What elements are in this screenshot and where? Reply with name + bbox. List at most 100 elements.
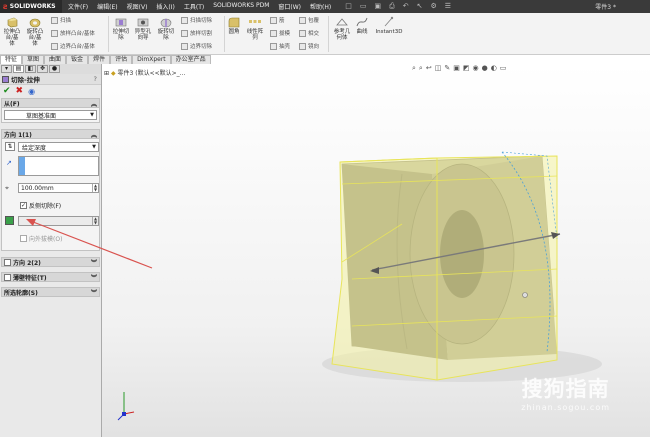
mirror-label: 镜向 bbox=[308, 44, 320, 50]
draft-outward-checkbox[interactable]: 向外拔模(O) bbox=[20, 234, 62, 243]
tab-sketch[interactable]: 草图 bbox=[22, 55, 45, 64]
direction-vector-selection-bar bbox=[19, 157, 25, 175]
tab-features[interactable]: 特征 bbox=[0, 55, 23, 64]
tab-dimxpert[interactable]: DimXpert bbox=[132, 55, 171, 64]
new-icon[interactable]: □ bbox=[345, 2, 352, 11]
undo-icon[interactable]: ↶ bbox=[403, 2, 409, 11]
reverse-direction-icon[interactable]: ⇅ bbox=[5, 142, 15, 151]
app-logo[interactable]: ƨ SOLIDWORKS bbox=[0, 0, 62, 13]
extrude-boss-button[interactable]: 拉伸凸 台/基 体 bbox=[2, 16, 22, 47]
tab-evaluate[interactable]: 评估 bbox=[110, 55, 133, 64]
print-icon[interactable]: ⎙ bbox=[389, 2, 395, 11]
draft-outward-label: 向外拔模(O) bbox=[29, 236, 63, 243]
revolve-cut-icon bbox=[160, 18, 172, 28]
tab-sheet-metal[interactable]: 钣金 bbox=[66, 55, 89, 64]
intersect-button[interactable]: 相交 bbox=[299, 29, 319, 37]
checkbox-checked-icon[interactable]: ✓ bbox=[20, 202, 27, 209]
end-condition-select[interactable]: 给定深度 ▼ bbox=[18, 142, 99, 152]
shell-button[interactable]: 抽壳 bbox=[270, 42, 290, 50]
menu-insert[interactable]: 插入(I) bbox=[156, 2, 174, 11]
wrap-label: 包覆 bbox=[308, 18, 320, 24]
direction1-section-header[interactable]: 方向 1(1) ︽ bbox=[1, 129, 100, 139]
menu-file[interactable]: 文件(F) bbox=[68, 2, 88, 11]
start-condition-select[interactable]: 草图基准面 ▼ bbox=[4, 110, 97, 120]
detailed-preview-icon[interactable]: ◉ bbox=[28, 87, 35, 96]
checkbox-unchecked-icon[interactable] bbox=[20, 235, 27, 242]
curves-icon bbox=[356, 17, 368, 27]
save-icon[interactable]: ▣ bbox=[374, 2, 381, 11]
draft-angle-input[interactable]: ▲ ▼ bbox=[18, 216, 99, 226]
end-condition-value: 给定深度 bbox=[22, 144, 47, 152]
menu-tools[interactable]: 工具(T) bbox=[184, 2, 204, 11]
draft-toggle-icon[interactable] bbox=[5, 216, 14, 225]
revolve-boss-button[interactable]: 旋转凸 台/基 体 bbox=[24, 16, 46, 47]
draft-button[interactable]: 拔模 bbox=[270, 29, 290, 37]
chevron-up-icon[interactable]: ︽ bbox=[91, 130, 97, 139]
chevron-down-icon[interactable]: ︾ bbox=[91, 273, 97, 282]
options-icon[interactable]: ☰ bbox=[445, 2, 451, 11]
hole-wizard-icon bbox=[137, 18, 149, 27]
sweep-button[interactable]: 扫描 bbox=[51, 16, 71, 24]
loft-boss-button[interactable]: 放样凸台/基体 bbox=[51, 29, 95, 37]
mirror-button[interactable]: 镜向 bbox=[299, 42, 319, 50]
chevron-down-icon[interactable]: ︾ bbox=[91, 288, 97, 297]
rib-button[interactable]: 筋 bbox=[270, 16, 285, 24]
menu-view[interactable]: 视图(V) bbox=[127, 2, 148, 11]
graphics-area[interactable]: ⊞ ◆ 零件3 (默认<<默认>_... ⌕ ⌕ ↩ ◫ ✎ ▣ ◩ ◉ ● ◐… bbox=[102, 64, 650, 437]
menu-help[interactable]: 帮助(H) bbox=[310, 2, 331, 11]
wrap-button[interactable]: 包覆 bbox=[299, 16, 319, 24]
direction-vector-field[interactable] bbox=[18, 156, 99, 176]
help-question-icon[interactable]: ? bbox=[94, 75, 97, 83]
linear-pattern-button[interactable]: 线性阵 列 bbox=[244, 16, 266, 41]
reference-geometry-icon bbox=[336, 18, 348, 26]
select-icon[interactable]: ↖ bbox=[417, 2, 423, 11]
property-manager-tab-icon[interactable]: ▤ bbox=[13, 65, 24, 73]
flip-side-to-cut-checkbox[interactable]: ✓ 反侧切除(F) bbox=[20, 201, 61, 210]
boundary-boss-button[interactable]: 边界凸台/基体 bbox=[51, 42, 95, 50]
tab-surfaces[interactable]: 曲面 bbox=[44, 55, 67, 64]
open-icon[interactable]: ▭ bbox=[360, 2, 367, 11]
command-manager-ribbon: 拉伸凸 台/基 体 旋转凸 台/基 体 扫描 放样凸台/基体 边界凸台/基体 拉… bbox=[0, 13, 650, 55]
title-bar: ƨ SOLIDWORKS 文件(F) 编辑(E) 视图(V) 插入(I) 工具(… bbox=[0, 0, 650, 13]
from-section-header[interactable]: 从(F) ︽ bbox=[1, 98, 100, 108]
boundary-cut-button[interactable]: 边界切除 bbox=[181, 42, 212, 50]
ok-check-icon[interactable]: ✔ bbox=[3, 86, 11, 96]
loft-cut-button[interactable]: 放样切割 bbox=[181, 29, 212, 37]
ds-logo-icon: ƨ bbox=[3, 2, 8, 11]
checkbox-unchecked-icon[interactable] bbox=[4, 258, 11, 266]
direction2-section-header[interactable]: 方向 2(2) ︾ bbox=[1, 257, 100, 267]
revolve-cut-label: 旋转切 除 bbox=[157, 29, 175, 41]
rebuild-icon[interactable]: ⚙ bbox=[430, 2, 436, 11]
menu-window[interactable]: 窗口(W) bbox=[278, 2, 301, 11]
tab-office[interactable]: 办公室产品 bbox=[170, 55, 211, 64]
curves-button[interactable]: 曲线 bbox=[355, 16, 369, 35]
reference-geometry-button[interactable]: 参考几 何体 bbox=[331, 16, 353, 41]
feature-tree-tab-icon[interactable]: ▾ bbox=[1, 65, 12, 73]
revolve-cut-button[interactable]: 旋转切 除 bbox=[155, 16, 177, 41]
instant3d-button[interactable]: Instant3D bbox=[373, 16, 405, 35]
chevron-down-icon[interactable]: ︾ bbox=[91, 258, 97, 267]
tab-weldments[interactable]: 焊件 bbox=[88, 55, 111, 64]
checkbox-unchecked-icon[interactable] bbox=[4, 273, 11, 281]
extrude-cut-label: 拉伸切 除 bbox=[112, 29, 130, 41]
display-tab-icon[interactable]: ● bbox=[49, 65, 60, 73]
watermark-url: zhinan.sogou.com bbox=[521, 403, 610, 412]
dimxpert-tab-icon[interactable]: ✥ bbox=[37, 65, 48, 73]
direction2-label: 方向 2(2) bbox=[13, 259, 41, 267]
chevron-up-icon[interactable]: ︽ bbox=[91, 99, 97, 108]
selected-contours-section-header[interactable]: 所选轮廓(S) ︾ bbox=[1, 287, 100, 297]
spin-arrows-icon[interactable]: ▲ ▼ bbox=[92, 217, 98, 225]
spin-arrows-icon[interactable]: ▲ ▼ bbox=[92, 184, 98, 192]
menu-edit[interactable]: 编辑(E) bbox=[97, 2, 117, 11]
extrude-cut-button[interactable]: 拉伸切 除 bbox=[111, 16, 131, 41]
fillet-button[interactable]: 圆角 bbox=[226, 16, 242, 35]
thin-feature-section-header[interactable]: 薄壁特征(T) ︾ bbox=[1, 272, 100, 282]
depth-input[interactable]: 100.00mm ▲ ▼ bbox=[18, 183, 99, 193]
cancel-x-icon[interactable]: ✖ bbox=[16, 86, 24, 96]
swept-cut-button[interactable]: 扫描切除 bbox=[181, 16, 212, 24]
configuration-tab-icon[interactable]: ◧ bbox=[25, 65, 36, 73]
menu-pdm[interactable]: SOLIDWORKS PDM bbox=[213, 2, 269, 11]
action-buttons: ✔ ✖ ◉ bbox=[0, 85, 101, 97]
hole-wizard-button[interactable]: 异型孔 向导 bbox=[133, 16, 153, 41]
shell-label: 抽壳 bbox=[279, 44, 291, 50]
